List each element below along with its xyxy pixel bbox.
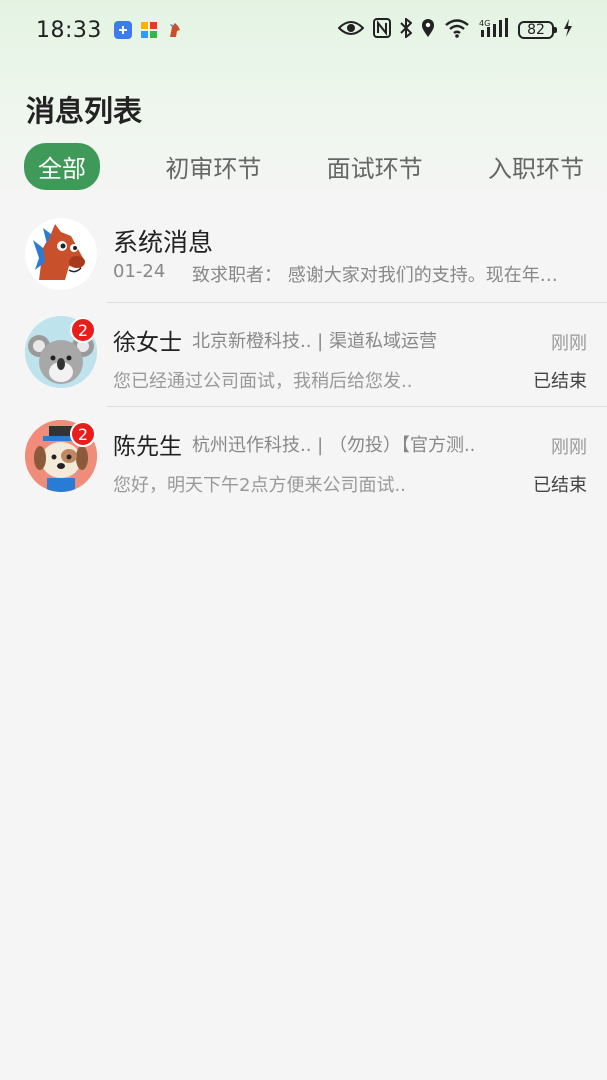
message-preview: 您已经通过公司面试，我稍后给您发.. xyxy=(113,371,413,392)
filter-tabs: 全部 初审环节 面试环节 入职环节 xyxy=(24,142,584,190)
status-bar: 18:33 4G 82 xyxy=(0,0,607,60)
message-time: 刚刚 xyxy=(551,333,587,354)
tab-interview[interactable]: 面试环节 xyxy=(327,149,423,184)
tab-onboarding[interactable]: 入职环节 xyxy=(488,149,584,184)
list-item-chat[interactable]: 2 陈先生 杭州迅作科技.. | （勿投）【官方测.. 刚刚 您好，明天下午2点… xyxy=(0,407,607,511)
sender-name: 系统消息 xyxy=(113,228,214,257)
tab-all[interactable]: 全部 xyxy=(24,142,100,190)
puzzle-app-icon xyxy=(140,21,158,39)
4g-signal-icon: 4G xyxy=(479,18,509,42)
status-label: 已结束 xyxy=(533,475,587,496)
status-label: 已结束 xyxy=(533,371,587,392)
wifi-icon xyxy=(444,18,470,42)
sender-name: 徐女士 xyxy=(113,330,182,356)
tab-initial-review[interactable]: 初审环节 xyxy=(165,149,261,184)
list-item-system-message[interactable]: 系统消息 01-24 致求职者： 感谢大家对我们的支持。现在年… xyxy=(0,205,607,303)
message-preview: 您好，明天下午2点方便来公司面试.. xyxy=(113,475,406,496)
app-notification-icon xyxy=(113,21,132,39)
unread-badge: 2 xyxy=(70,317,96,343)
eye-icon xyxy=(337,19,365,41)
status-time: 18:33 xyxy=(36,17,102,43)
battery-indicator: 82 xyxy=(518,21,557,39)
company-job: 北京新橙科技.. | 渠道私域运营 xyxy=(192,331,437,352)
horse-avatar xyxy=(25,218,97,290)
list-item-chat[interactable]: 2 徐女士 北京新橙科技.. | 渠道私域运营 刚刚 您已经通过公司面试，我稍后… xyxy=(0,303,607,407)
unread-badge: 2 xyxy=(70,421,96,447)
nfc-icon xyxy=(373,18,391,42)
message-list: 系统消息 01-24 致求职者： 感谢大家对我们的支持。现在年… 2 徐女士 北… xyxy=(0,205,607,511)
message-date: 01-24 xyxy=(113,261,166,282)
horse-app-icon xyxy=(166,21,184,39)
sender-name: 陈先生 xyxy=(113,434,182,460)
message-time: 刚刚 xyxy=(551,437,587,458)
message-preview: 致求职者： 感谢大家对我们的支持。现在年… xyxy=(192,265,558,286)
bluetooth-icon xyxy=(400,16,413,42)
company-job: 杭州迅作科技.. | （勿投）【官方测.. xyxy=(192,435,476,456)
location-icon xyxy=(421,18,435,42)
svg-text:4G: 4G xyxy=(479,19,490,28)
charging-icon xyxy=(563,19,573,41)
page-title: 消息列表 xyxy=(26,94,143,128)
